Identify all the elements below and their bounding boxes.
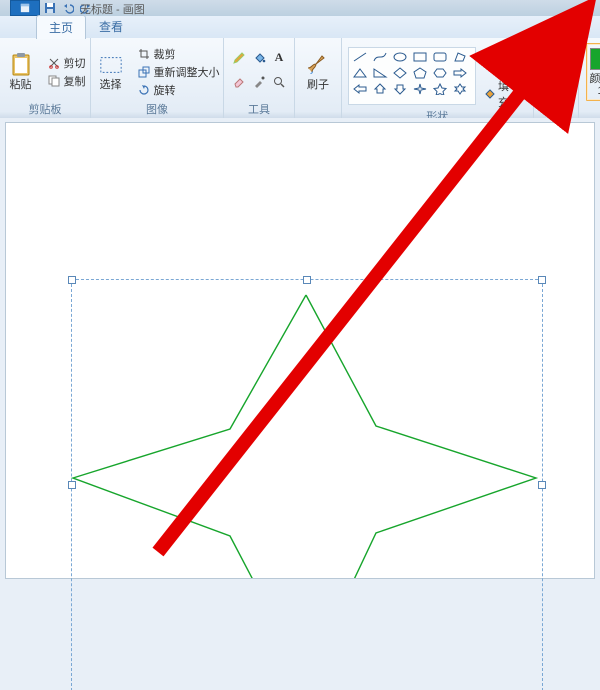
group-label-clipboard: 剪贴板 [29, 104, 62, 118]
rotate-icon [137, 83, 151, 97]
magnify-tool[interactable] [270, 73, 288, 90]
shape-arrowl-icon[interactable] [350, 81, 370, 97]
canvas[interactable] [6, 123, 594, 578]
shape-rect-icon[interactable] [410, 49, 430, 65]
shape-diamond-icon[interactable] [390, 65, 410, 81]
color1-button[interactable]: 颜色 1 [585, 42, 600, 102]
chevron-down-icon: ▾ [519, 51, 525, 64]
select-rect-icon [99, 53, 123, 77]
resize-handle-w[interactable] [68, 481, 76, 489]
resize-handle-nw[interactable] [68, 276, 76, 284]
undo-icon[interactable] [60, 1, 76, 15]
shape-outline-button[interactable]: 轮廓▾ [480, 40, 527, 74]
title-bar: 无标题 - 画图 [0, 0, 600, 16]
text-tool[interactable]: A [270, 49, 288, 66]
shape-oval-icon[interactable] [390, 49, 410, 65]
shape-roundrect-icon[interactable] [430, 49, 450, 65]
cut-button[interactable]: 剪切 [44, 55, 89, 72]
ribbon: 粘贴 剪切 复制 剪贴板 选择 裁剪 重新调整大小 旋转 图像 [0, 38, 600, 119]
pencil-tool[interactable] [230, 49, 248, 66]
picker-tool[interactable] [250, 73, 268, 90]
crop-button[interactable]: 裁剪 [134, 46, 223, 63]
shape-arrowr-icon[interactable] [450, 65, 470, 81]
resize-icon [137, 65, 151, 79]
shape-triangle-icon[interactable] [350, 65, 370, 81]
size-label: 粗细 [545, 79, 567, 91]
shape-line-icon[interactable] [350, 49, 370, 65]
select-label: 选择 [100, 79, 122, 91]
ribbon-tabs: 主页 查看 [0, 16, 600, 38]
shape-curve-icon[interactable] [370, 49, 390, 65]
save-icon[interactable] [42, 1, 58, 15]
resize-handle-n[interactable] [303, 276, 311, 284]
rotate-button[interactable]: 旋转 [134, 82, 223, 99]
shape-rtriangle-icon[interactable] [370, 65, 390, 81]
shape-hexagon-icon[interactable] [430, 65, 450, 81]
copy-icon [47, 74, 61, 88]
fill-tool[interactable] [250, 49, 268, 66]
paste-button[interactable]: 粘贴 [2, 42, 40, 102]
resize-handle-e[interactable] [538, 481, 546, 489]
clipboard-icon [9, 53, 33, 77]
eraser-tool[interactable] [230, 73, 248, 90]
window-title: 无标题 - 画图 [80, 1, 145, 17]
app-menu-button[interactable] [10, 0, 40, 16]
eraser-icon [232, 75, 246, 89]
scissors-icon [47, 56, 61, 70]
shape-star6-icon[interactable] [450, 81, 470, 97]
text-icon: A [272, 51, 286, 65]
shape-star4-icon[interactable] [410, 81, 430, 97]
fill-icon [482, 87, 496, 101]
group-label-image: 图像 [146, 104, 168, 118]
color1-swatch [589, 47, 600, 71]
magnifier-icon [272, 75, 286, 89]
shape-arrowu-icon[interactable] [370, 81, 390, 97]
shape-polygon-icon[interactable] [450, 49, 470, 65]
eyedropper-icon [252, 75, 266, 89]
tab-home[interactable]: 主页 [36, 15, 86, 39]
selection-rect[interactable] [72, 280, 542, 690]
shape-fill-button[interactable]: 填充▾ [480, 77, 527, 111]
resize-button[interactable]: 重新调整大小 [134, 64, 223, 81]
resize-handle-ne[interactable] [538, 276, 546, 284]
tab-view[interactable]: 查看 [86, 14, 136, 38]
group-label-brushes [316, 104, 319, 118]
line-weight-icon [544, 53, 568, 77]
shape-pentagon-icon[interactable] [410, 65, 430, 81]
canvas-area [0, 118, 600, 578]
brush-icon [306, 53, 330, 77]
group-label-tools: 工具 [248, 104, 270, 118]
brushes-button[interactable]: 刷子 [301, 42, 335, 102]
brushes-label: 刷子 [307, 79, 329, 91]
outline-icon [482, 50, 496, 64]
shape-arrowd-icon[interactable] [390, 81, 410, 97]
paste-label: 粘贴 [10, 79, 32, 91]
size-button[interactable]: 粗细 [540, 42, 572, 102]
bucket-icon [252, 51, 266, 65]
shapes-gallery[interactable] [348, 47, 476, 105]
pencil-icon [232, 51, 246, 65]
copy-button[interactable]: 复制 [44, 73, 89, 90]
shape-star5-icon[interactable] [430, 81, 450, 97]
color1-label: 颜色 1 [586, 73, 600, 97]
crop-icon [137, 47, 151, 61]
chevron-down-icon: ▾ [519, 88, 525, 101]
select-button[interactable]: 选择 [92, 42, 130, 102]
